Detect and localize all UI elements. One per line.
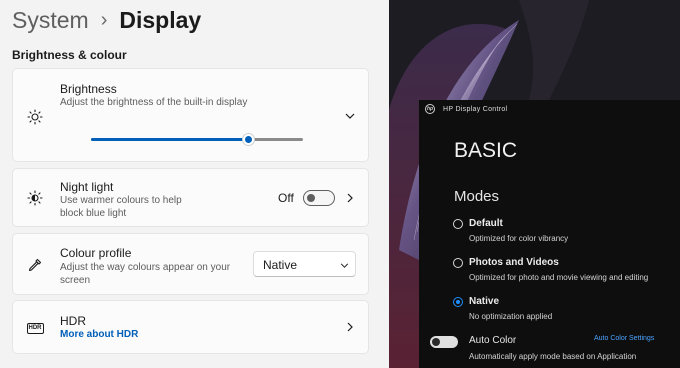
auto-color-toggle[interactable] — [430, 336, 458, 348]
hp-display-control-window: hp HP Display Control BASIC Modes Defaul… — [419, 100, 680, 368]
hp-titlebar: hp HP Display Control — [419, 100, 680, 118]
brightness-card[interactable]: Brightness Adjust the brightness of the … — [12, 68, 369, 162]
slider-fill — [91, 138, 248, 141]
hp-page-title: BASIC — [454, 139, 518, 162]
hp-logo-icon: hp — [425, 104, 435, 114]
night-light-description-line1: Use warmer colours to help — [60, 195, 182, 206]
colour-profile-selected: Native — [263, 258, 298, 272]
mode-default-name: Default — [469, 218, 503, 229]
breadcrumb-system[interactable]: System — [12, 7, 89, 34]
mode-option-native[interactable]: Native No optimization applied — [453, 296, 680, 326]
more-about-hdr-link[interactable]: More about HDR — [60, 329, 138, 340]
colour-profile-card[interactable]: Colour profile Adjust the way colours ap… — [12, 233, 369, 295]
auto-color-settings-link[interactable]: Auto Color Settings — [594, 335, 654, 342]
desktop-background: hp HP Display Control BASIC Modes Defaul… — [389, 0, 680, 368]
slider-thumb[interactable] — [241, 133, 255, 146]
brightness-title: Brightness — [60, 82, 117, 96]
hdr-icon-text: HDR — [26, 322, 44, 334]
mode-option-photos-videos[interactable]: Photos and Videos Optimized for photo an… — [453, 257, 680, 287]
mode-option-default[interactable]: Default Optimized for color vibrancy — [453, 218, 680, 248]
chevron-right-icon[interactable] — [344, 192, 356, 204]
eyedropper-icon — [25, 255, 45, 275]
breadcrumb: System › Display — [12, 4, 201, 36]
settings-window: System › Display Brightness & colour Bri… — [0, 0, 389, 368]
mode-native-description: No optimization applied — [469, 312, 553, 321]
brightness-description: Adjust the brightness of the built-in di… — [60, 97, 248, 108]
mode-native-radio[interactable] — [453, 297, 463, 307]
night-light-description-line2: block blue light — [60, 208, 127, 219]
auto-color-label: Auto Color — [469, 335, 517, 346]
mode-default-radio[interactable] — [453, 219, 463, 229]
hdr-card[interactable]: HDR HDR More about HDR — [12, 300, 369, 354]
modes-heading: Modes — [454, 188, 500, 205]
hdr-icon: HDR — [25, 318, 45, 338]
night-light-title: Night light — [60, 180, 114, 194]
chevron-down-icon[interactable] — [344, 110, 356, 122]
night-light-state: Off — [278, 191, 294, 205]
section-title: Brightness & colour — [12, 48, 127, 62]
colour-profile-description-line1: Adjust the way colours appear on your — [60, 262, 231, 273]
mode-photos-videos-radio[interactable] — [453, 258, 463, 268]
sun-icon — [25, 107, 45, 127]
night-light-card[interactable]: Night light Use warmer colours to help b… — [12, 168, 369, 227]
chevron-down-icon — [338, 259, 350, 271]
hdr-title: HDR — [60, 314, 86, 328]
page-title: Display — [119, 6, 202, 33]
mode-photos-videos-name: Photos and Videos — [469, 257, 559, 268]
breadcrumb-separator-icon: › — [100, 8, 108, 31]
mode-photos-videos-description: Optimized for photo and movie viewing an… — [469, 273, 649, 282]
colour-profile-title: Colour profile — [60, 246, 132, 260]
mode-default-description: Optimized for color vibrancy — [469, 234, 569, 243]
auto-color-description: Automatically apply mode based on Applic… — [469, 352, 637, 361]
colour-profile-dropdown[interactable]: Native — [253, 251, 356, 277]
mode-native-name: Native — [469, 296, 500, 307]
hp-app-title: HP Display Control — [443, 105, 508, 113]
hp-logo-text: hp — [426, 106, 434, 112]
chevron-right-icon[interactable] — [344, 321, 356, 333]
night-light-icon — [25, 188, 45, 208]
night-light-toggle[interactable] — [303, 190, 335, 206]
colour-profile-description-line2: screen — [60, 275, 91, 286]
brightness-slider[interactable] — [91, 133, 303, 146]
